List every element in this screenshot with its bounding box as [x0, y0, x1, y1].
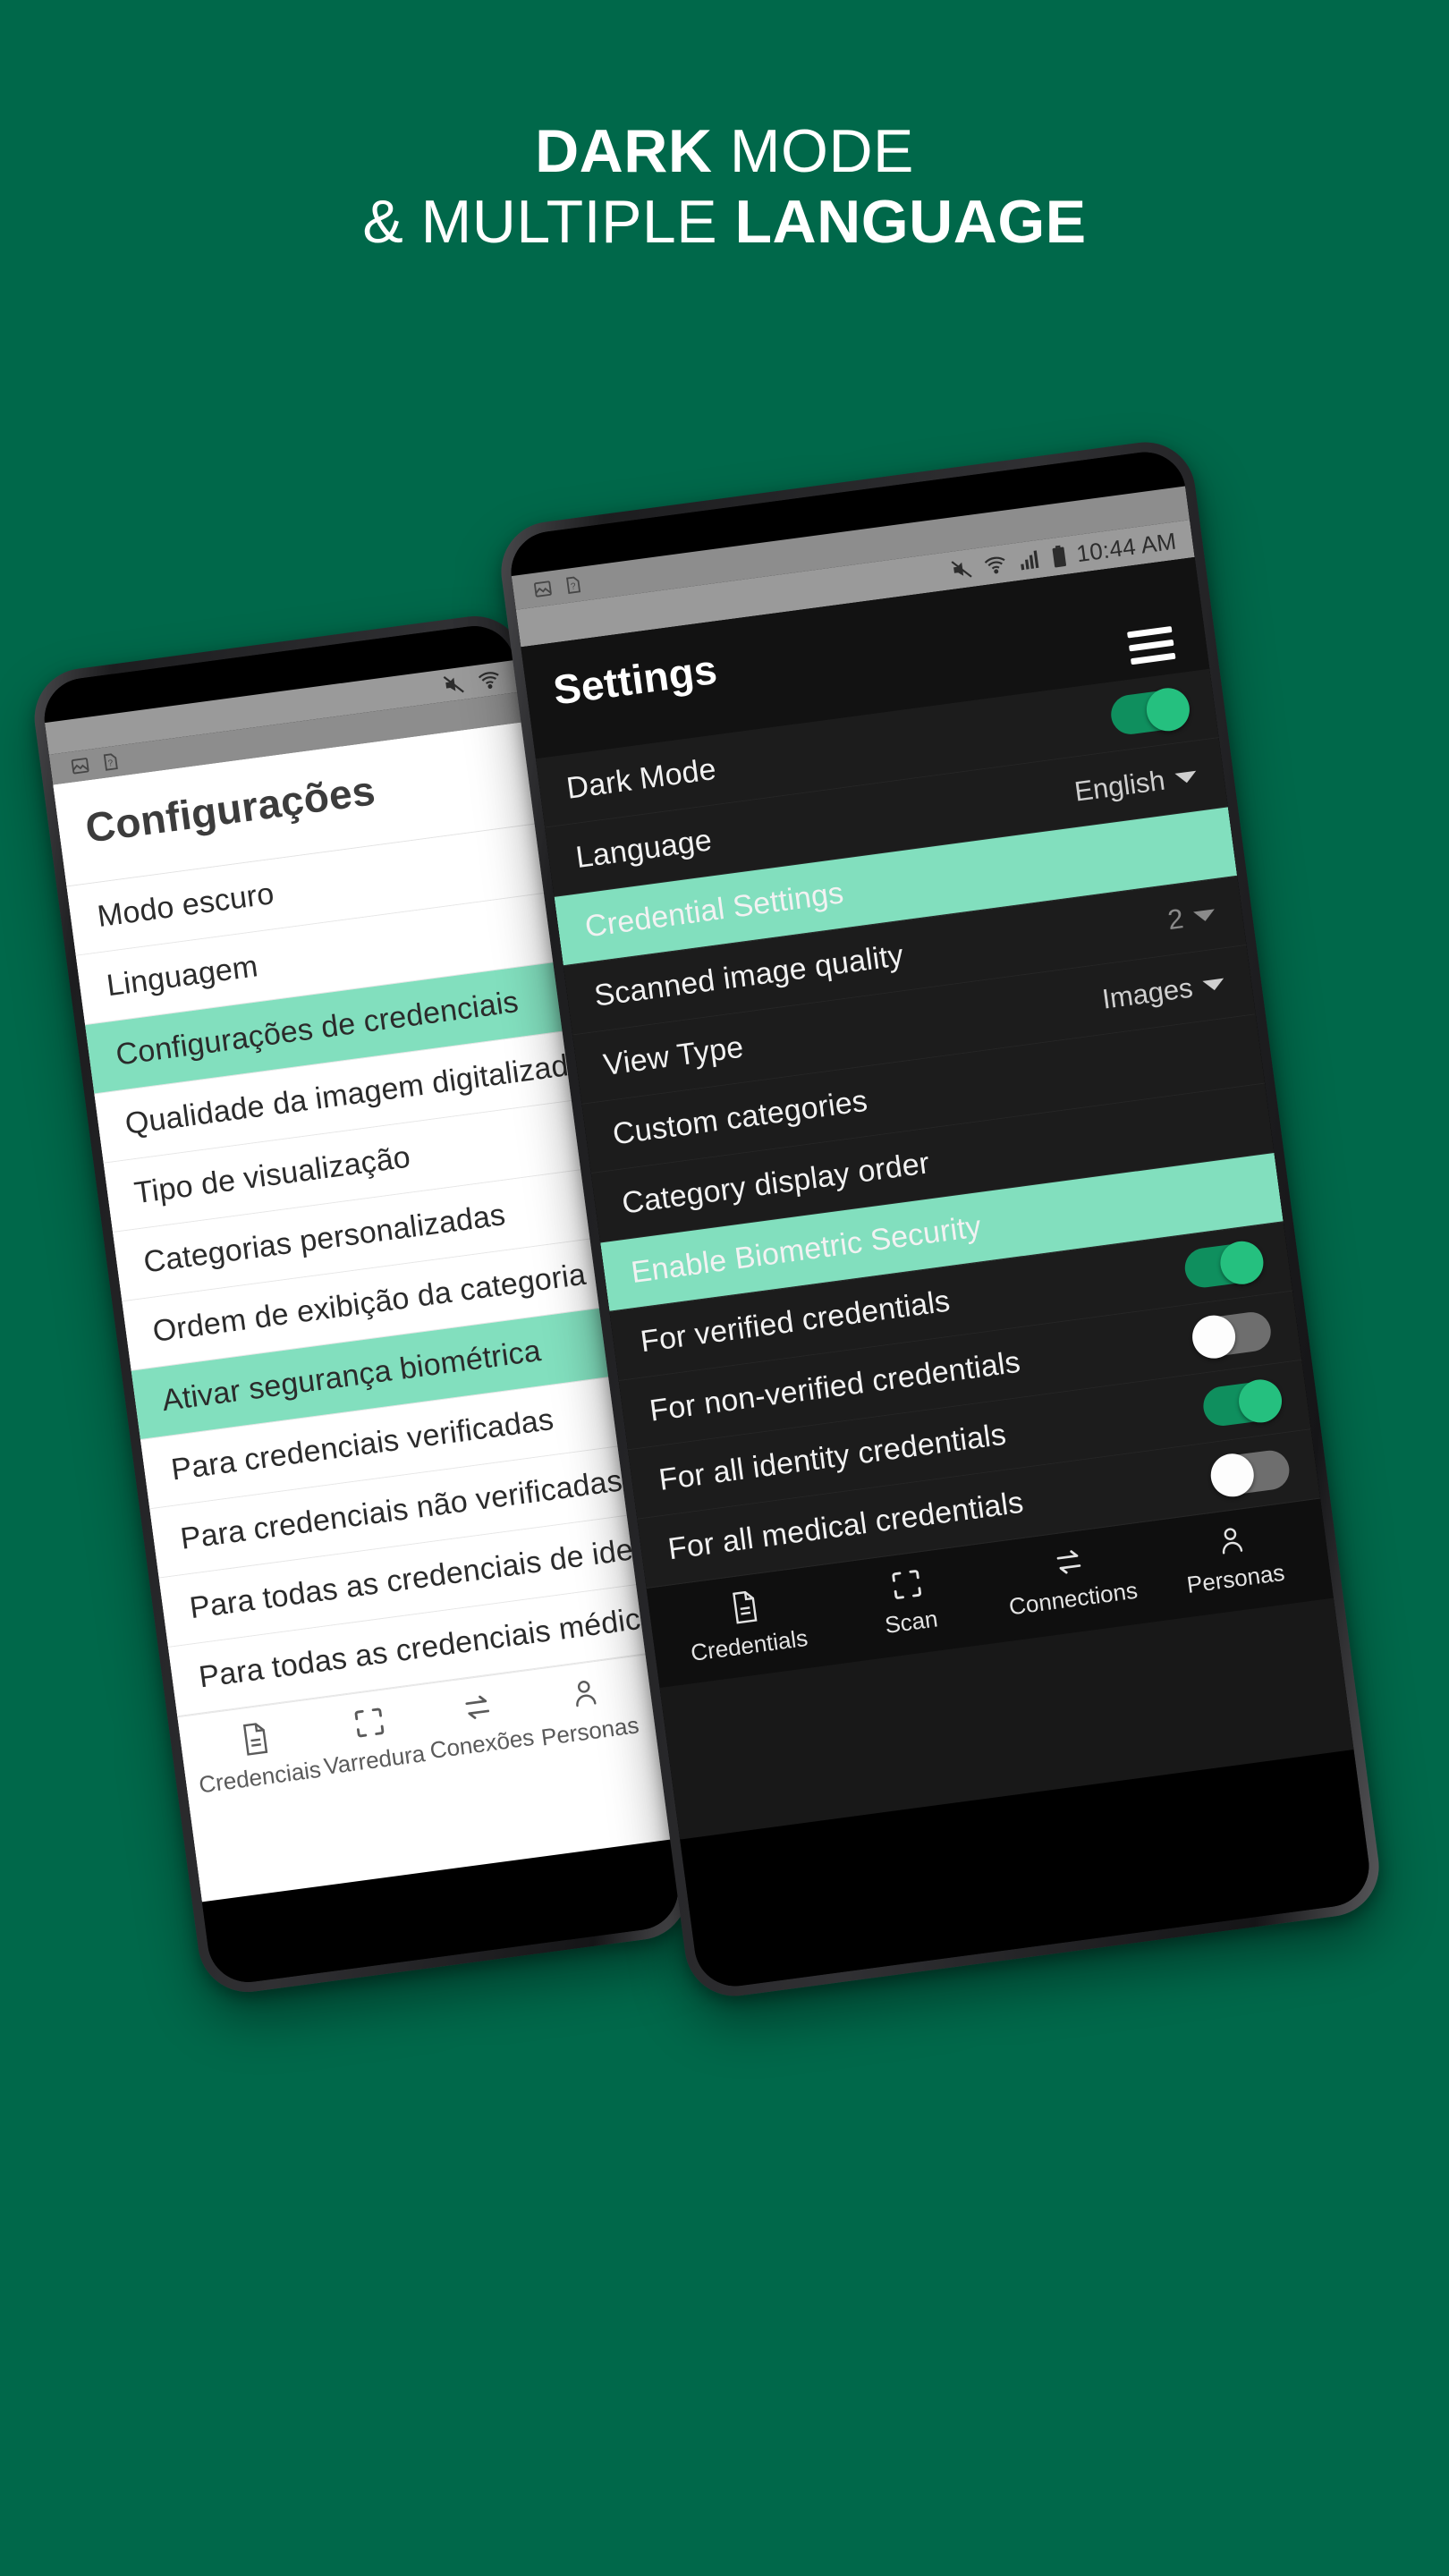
settings-row-value[interactable]: 2	[1165, 898, 1217, 936]
headline-multiple-word: & MULTIPLE	[362, 187, 735, 256]
settings-row-value[interactable]: English	[1072, 759, 1199, 808]
signal-icon	[1020, 550, 1039, 571]
toggle-knob	[1143, 684, 1192, 733]
toggle-switch[interactable]	[1190, 1309, 1274, 1361]
svg-text:?: ?	[570, 581, 576, 592]
nav-item-label: Connections	[1007, 1576, 1140, 1621]
hamburger-icon[interactable]	[1127, 625, 1176, 665]
wifi-icon	[478, 672, 499, 689]
mute-icon	[443, 676, 464, 693]
mute-icon	[951, 561, 972, 578]
nav-item-conex-es[interactable]: Conexões	[421, 1685, 538, 1765]
toggle-switch[interactable]	[1208, 1447, 1292, 1499]
toggle-knob	[1208, 1450, 1257, 1499]
settings-row-label: Modo escuro	[95, 877, 276, 935]
swap-arrows-icon	[1050, 1545, 1086, 1579]
person-icon	[569, 1676, 601, 1712]
scan-frame-icon	[888, 1566, 924, 1602]
hamburger-bar	[1129, 639, 1174, 652]
document-question-icon: ?	[566, 576, 581, 594]
person-icon	[1215, 1523, 1247, 1559]
settings-row-label: Language	[573, 823, 715, 876]
toggle-knob	[1236, 1376, 1284, 1425]
svg-text:?: ?	[107, 758, 114, 769]
settings-row-label: View Type	[601, 1030, 746, 1083]
settings-row-value-text: Images	[1100, 971, 1195, 1015]
settings-row-value-text: 2	[1165, 902, 1186, 936]
toggle-switch[interactable]	[1108, 684, 1192, 737]
nav-item-label: Scan	[883, 1605, 940, 1640]
settings-row-label: Dark Mode	[564, 751, 718, 806]
toggle-knob	[1217, 1238, 1267, 1287]
toggle-switch[interactable]	[1182, 1238, 1267, 1290]
image-icon	[71, 758, 89, 775]
nav-item-personas[interactable]: Personas	[529, 1671, 646, 1752]
scan-frame-icon	[352, 1705, 387, 1741]
nav-item-personas[interactable]: Personas	[1148, 1514, 1318, 1604]
nav-item-label: Conexões	[428, 1723, 536, 1765]
nav-item-varredura[interactable]: Varredura	[313, 1699, 430, 1781]
nav-item-label: Credenciais	[197, 1755, 323, 1799]
document-question-icon: ?	[103, 753, 118, 771]
nav-item-scan[interactable]: Scan	[823, 1558, 994, 1648]
page-title: DARK MODE & MULTIPLE LANGUAGE	[0, 116, 1449, 258]
toggle-switch[interactable]	[1200, 1376, 1284, 1428]
nav-item-credenciais[interactable]: Credenciais	[191, 1714, 323, 1799]
settings-row-value[interactable]: Images	[1100, 967, 1226, 1015]
headline-line-2: & MULTIPLE LANGUAGE	[0, 187, 1449, 258]
nav-item-label: Personas	[1185, 1558, 1286, 1598]
battery-icon	[1052, 545, 1066, 568]
dark-settings-list: Dark Mode Language English Credential Setti…	[535, 668, 1321, 1589]
poster-stage: DARK MODE & MULTIPLE LANGUAGE ? Configur…	[0, 0, 1449, 2576]
headline-line-1: DARK MODE	[0, 116, 1449, 187]
document-icon	[238, 1720, 273, 1758]
headline-dark-word: DARK	[535, 117, 713, 185]
document-icon	[727, 1589, 762, 1626]
nav-item-label: Varredura	[322, 1740, 427, 1780]
image-icon	[534, 580, 552, 597]
nav-item-connections[interactable]: Connections	[986, 1536, 1157, 1623]
swap-arrows-icon	[459, 1690, 495, 1724]
wifi-icon	[984, 556, 1005, 574]
chevron-down-icon	[1174, 770, 1198, 784]
headline-language-word: LANGUAGE	[734, 187, 1087, 256]
nav-item-label: Personas	[539, 1711, 641, 1751]
chevron-down-icon	[1192, 908, 1216, 922]
settings-row-value-text: English	[1072, 764, 1167, 808]
hamburger-bar	[1130, 652, 1176, 665]
dark-app-screen: Settings Dark Mode Language English Credent…	[521, 556, 1354, 1840]
nav-item-credentials[interactable]: Credentials	[661, 1580, 833, 1671]
settings-row-label: Linguagem	[104, 949, 260, 1004]
toggle-knob	[1190, 1312, 1239, 1361]
chevron-down-icon	[1202, 978, 1225, 992]
nav-item-label: Credentials	[689, 1623, 809, 1666]
headline-mode-word: MODE	[712, 117, 914, 185]
